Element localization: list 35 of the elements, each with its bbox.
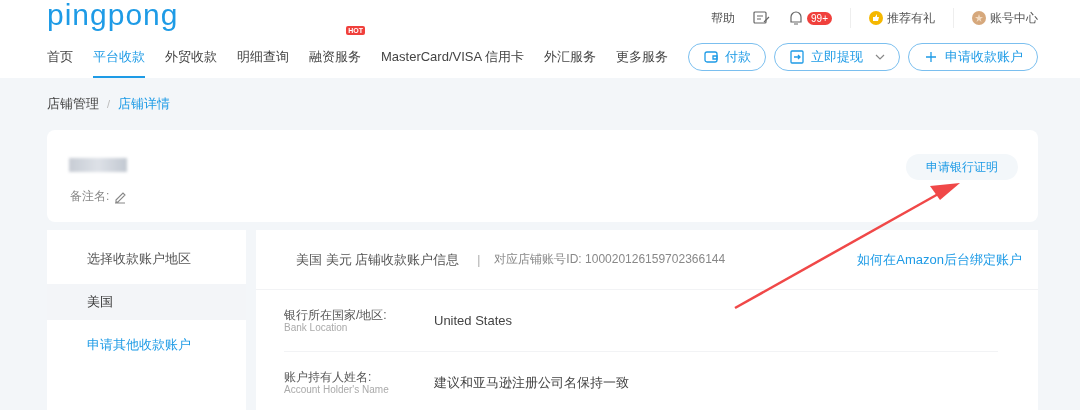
breadcrumb-separator: / bbox=[107, 98, 111, 110]
field-label-english: Bank Location bbox=[284, 321, 349, 334]
nav-tab[interactable]: 外汇服务 bbox=[544, 36, 597, 78]
pingpong-logo: pingpong bbox=[47, 0, 179, 32]
field-label: 银行所在国家/地区: bbox=[284, 307, 388, 322]
field-label-english: Account Holder's Name bbox=[284, 383, 390, 396]
region-item[interactable]: 美国 bbox=[47, 284, 246, 320]
nav-tab[interactable]: MasterCard/VISA 信用卡 bbox=[381, 36, 525, 78]
store-id-text: 对应店铺账号ID: 100020126159702366144 bbox=[494, 251, 726, 268]
edit-note-icon[interactable] bbox=[753, 10, 772, 26]
nav-tab[interactable]: 明细查询 bbox=[237, 36, 289, 78]
remark-label: 备注名: bbox=[70, 188, 110, 205]
nav-tab[interactable]: 外贸收款 bbox=[165, 36, 217, 78]
help-link[interactable]: 帮助 bbox=[711, 9, 736, 27]
thumbs-up-icon bbox=[869, 11, 883, 25]
account-info-title: 美国 美元 店铺收款账户信息 bbox=[296, 250, 460, 269]
transfer-icon bbox=[789, 49, 805, 65]
field-value: 建议和亚马逊注册公司名保持一致 bbox=[434, 373, 629, 392]
field-label: 账户持有人姓名: bbox=[284, 369, 373, 384]
avatar-icon bbox=[972, 11, 986, 25]
blurred-store-name bbox=[69, 158, 127, 172]
notification-badge: 99+ bbox=[807, 11, 832, 25]
region-title: 选择收款账户地区 bbox=[86, 250, 192, 268]
breadcrumb-item[interactable]: 店铺管理 bbox=[47, 95, 99, 113]
bell-icon[interactable] bbox=[789, 10, 804, 26]
nav-tab[interactable]: 融资服务 bbox=[309, 36, 361, 78]
referral-link[interactable]: 推荐有礼 bbox=[887, 9, 935, 27]
separator-text: | bbox=[477, 252, 481, 267]
account-center-link[interactable]: 账号中心 bbox=[990, 9, 1038, 27]
nav-tab[interactable]: 更多服务 bbox=[616, 36, 669, 78]
nav-tab[interactable]: 首页 bbox=[47, 36, 73, 78]
wallet-icon bbox=[703, 49, 719, 65]
field-value: United States bbox=[434, 313, 513, 328]
plus-icon bbox=[923, 49, 939, 65]
caret-icon bbox=[875, 54, 885, 60]
